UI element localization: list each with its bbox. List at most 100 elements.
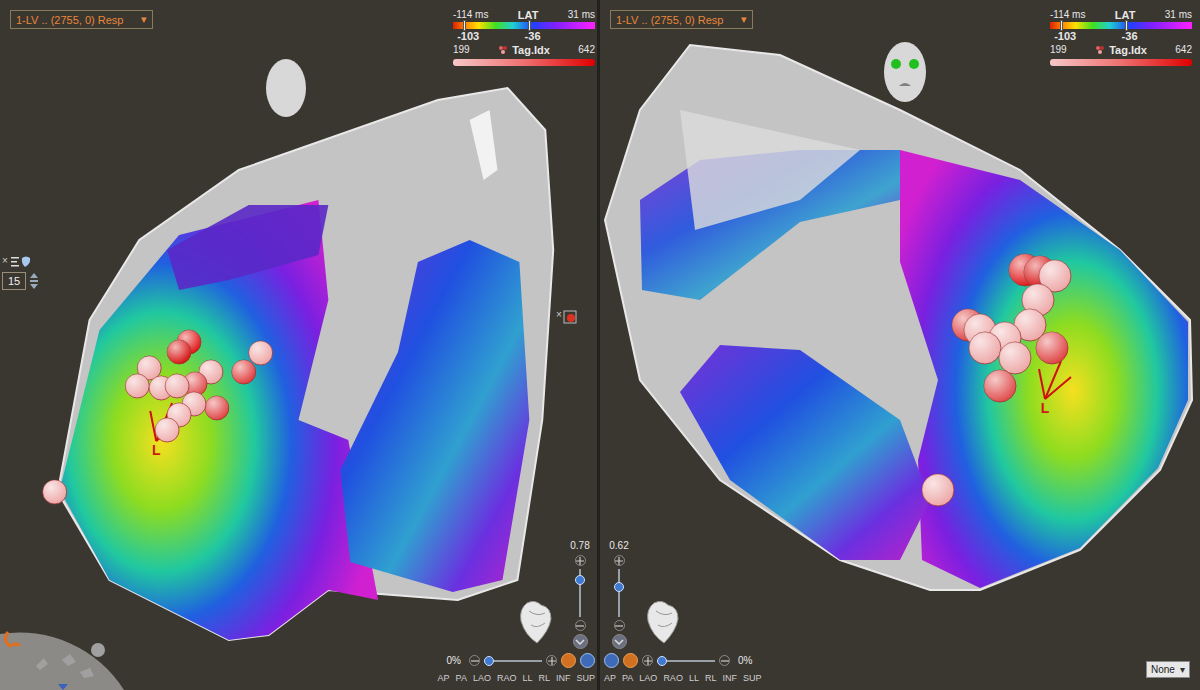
minus-icon[interactable] — [614, 620, 625, 631]
tag-min: 199 — [1050, 44, 1067, 56]
ablation-tag[interactable] — [167, 340, 191, 364]
reset-view-icon[interactable] — [604, 653, 619, 668]
view-button[interactable]: RAO — [497, 672, 517, 684]
view-button[interactable]: SUP — [743, 672, 762, 684]
dropdown-arrow-icon: ▾ — [741, 13, 747, 26]
ablation-tag[interactable] — [165, 374, 189, 398]
zoom-thumb[interactable] — [484, 656, 494, 666]
ablation-tag[interactable] — [1036, 332, 1068, 364]
navigation-dial[interactable] — [0, 628, 128, 690]
ablation-tag[interactable] — [999, 342, 1031, 374]
opacity-thumb[interactable] — [614, 582, 624, 592]
opacity-thumb[interactable] — [575, 575, 585, 585]
lat-color-bar[interactable] — [453, 22, 595, 29]
view-button[interactable]: LAO — [639, 672, 657, 684]
zoom-value: 0% — [443, 655, 465, 666]
lat-high-marker[interactable] — [1125, 20, 1128, 31]
view-buttons: AP PA LAO RAO LL RL INF SUP — [604, 672, 761, 684]
spinner-icon[interactable] — [29, 271, 39, 291]
view-button[interactable]: INF — [722, 672, 737, 684]
dropdown-arrow-icon: ▾ — [1180, 664, 1185, 675]
plus-icon[interactable] — [614, 555, 625, 566]
display-select[interactable]: None▾ — [1146, 661, 1190, 678]
rotate-icon[interactable] — [623, 653, 638, 668]
anatomy-map[interactable]: L — [600, 0, 1200, 690]
view-button[interactable]: LL — [689, 672, 699, 684]
view-button[interactable]: AP — [604, 672, 616, 684]
orientation-widget[interactable] — [264, 57, 308, 123]
catheter-label: L — [1041, 400, 1050, 416]
lat-max: 31 ms — [1165, 9, 1192, 21]
opacity-slider[interactable]: 0.62 — [604, 540, 634, 649]
zoom-slider[interactable]: 0% — [604, 653, 756, 668]
ablation-tag[interactable] — [155, 418, 179, 442]
lat-high-marker[interactable] — [528, 20, 531, 31]
tag-scale-labels: 199Tag.Idx642 — [1050, 44, 1192, 56]
ablation-tag[interactable] — [249, 341, 273, 365]
zoom-value: 0% — [734, 655, 756, 666]
view-button[interactable]: LL — [522, 672, 532, 684]
view-button[interactable]: PA — [622, 672, 633, 684]
tag-title: Tag.Idx — [512, 44, 550, 56]
ablation-tag[interactable] — [43, 480, 67, 504]
collapse-icon[interactable] — [612, 634, 627, 649]
navigation-dial-icon — [0, 628, 128, 690]
opacity-track[interactable] — [618, 569, 620, 617]
view-button[interactable]: AP — [438, 672, 450, 684]
plus-icon[interactable] — [642, 655, 653, 666]
lat-min: -114 ms — [453, 9, 488, 21]
view-button[interactable]: LAO — [473, 672, 491, 684]
point-filter-value[interactable]: 15 — [2, 272, 26, 290]
zoom-slider[interactable]: 0% — [443, 653, 595, 668]
opacity-value: 0.62 — [609, 540, 628, 552]
minus-icon[interactable] — [719, 655, 730, 666]
zoom-thumb[interactable] — [657, 656, 667, 666]
minus-icon[interactable] — [469, 655, 480, 666]
lat-color-bar[interactable] — [1050, 22, 1192, 29]
view-button[interactable]: RL — [538, 672, 550, 684]
view-button[interactable]: RL — [705, 672, 717, 684]
view-button[interactable]: SUP — [576, 672, 595, 684]
ablation-tag[interactable] — [922, 474, 954, 506]
catheter — [1039, 361, 1071, 399]
tag-color-bar — [1050, 59, 1192, 66]
map-select[interactable]: 1-LV .. (2755, 0) Resp▾ — [10, 10, 153, 29]
lat-window: -103-36 — [453, 30, 595, 43]
map-view[interactable]: L1-LV .. (2755, 0) Resp▾-114 msLAT31 ms-… — [600, 0, 1200, 690]
map-select[interactable]: 1-LV .. (2755, 0) Resp▾ — [610, 10, 753, 29]
ablation-tag[interactable] — [984, 370, 1016, 402]
close-button[interactable]: × — [556, 310, 562, 320]
zoom-track[interactable] — [657, 660, 715, 662]
plus-icon[interactable] — [575, 555, 586, 566]
opacity-slider[interactable]: 0.78 — [565, 540, 595, 649]
ablation-tag[interactable] — [969, 332, 1001, 364]
view-button[interactable]: INF — [556, 672, 571, 684]
tag-min: 199 — [453, 44, 470, 56]
collapse-icon[interactable] — [573, 634, 588, 649]
zoom-track[interactable] — [484, 660, 542, 662]
heart-orientation-icon[interactable] — [644, 597, 682, 645]
ablation-tag[interactable] — [232, 360, 256, 384]
lat-low-marker[interactable] — [1060, 20, 1063, 31]
view-button[interactable]: PA — [456, 672, 467, 684]
map-view[interactable]: L1-LV .. (2755, 0) Resp▾-114 msLAT31 ms-… — [0, 0, 600, 690]
tag-max: 642 — [578, 44, 595, 56]
view-button[interactable]: RAO — [663, 672, 683, 684]
orientation-widget[interactable] — [882, 40, 928, 108]
view-buttons: AP PA LAO RAO LL RL INF SUP — [438, 672, 595, 684]
heart-orientation-icon[interactable] — [517, 597, 555, 645]
head-face-icon — [882, 40, 928, 104]
point-filter-widget[interactable]: × 15 — [2, 254, 39, 291]
ablation-tag[interactable] — [125, 374, 149, 398]
opacity-track[interactable] — [579, 569, 581, 617]
tag-toggle-widget[interactable]: × — [556, 310, 577, 324]
ablation-tag[interactable] — [205, 396, 229, 420]
dropdown-arrow-icon: ▾ — [141, 13, 147, 26]
lat-low-marker[interactable] — [463, 20, 466, 31]
close-button[interactable]: × — [2, 256, 8, 266]
rotate-icon[interactable] — [561, 653, 576, 668]
carto-screen: L1-LV .. (2755, 0) Resp▾-114 msLAT31 ms-… — [0, 0, 1200, 690]
plus-icon[interactable] — [546, 655, 557, 666]
reset-view-icon[interactable] — [580, 653, 595, 668]
minus-icon[interactable] — [575, 620, 586, 631]
